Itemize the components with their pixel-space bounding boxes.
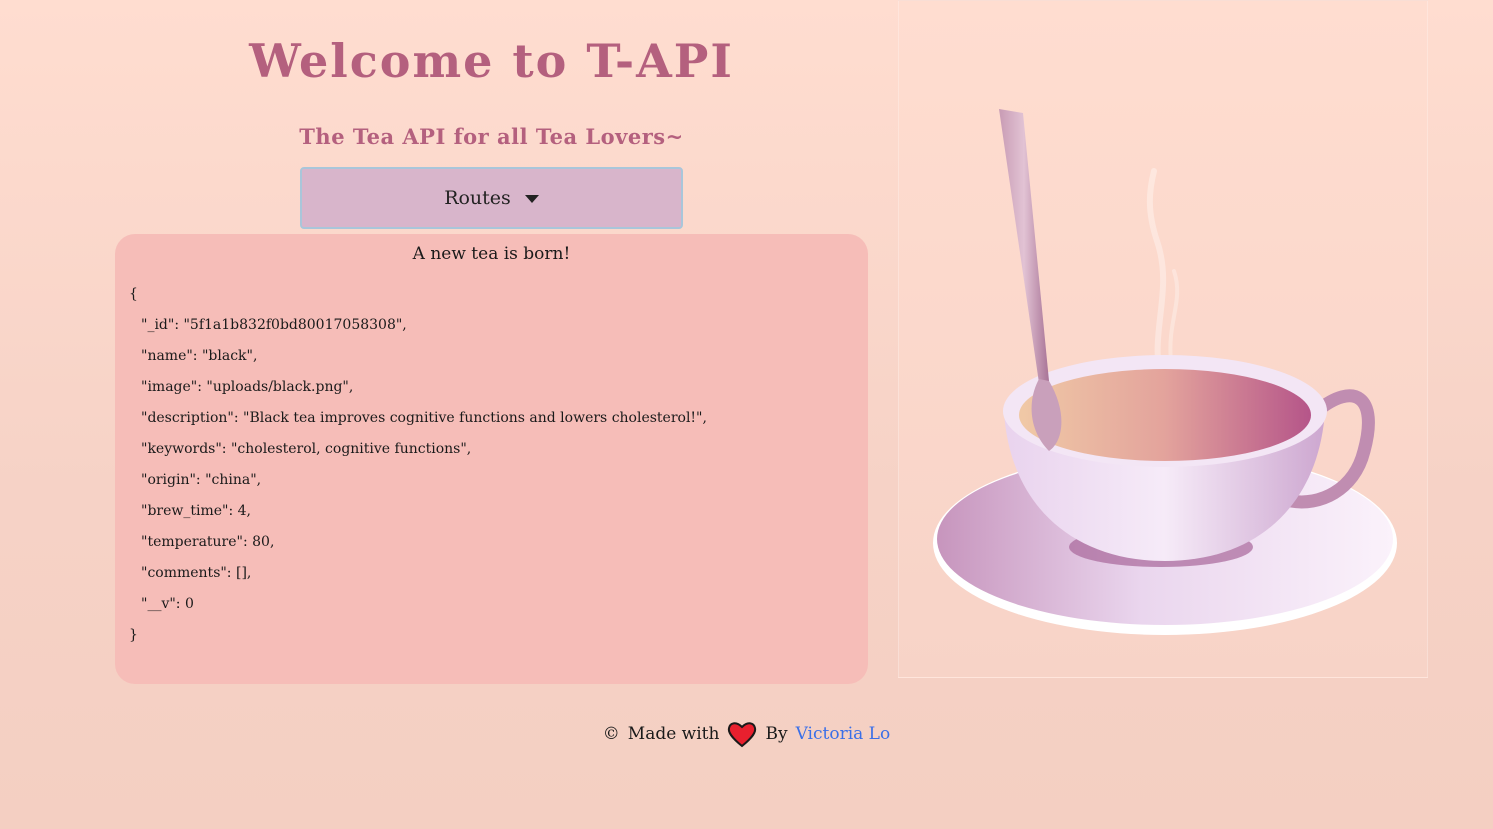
response-panel: A new tea is born! {"_id": "5f1a1b832f0b… — [115, 234, 868, 684]
teacup-illustration — [933, 109, 1397, 635]
json-line: } — [129, 627, 138, 643]
json-line: "keywords": "cholesterol, cognitive func… — [141, 441, 472, 457]
page-title: Welcome to T-API — [249, 34, 734, 88]
copyright-symbol: © — [602, 724, 620, 744]
json-line: "name": "black", — [141, 348, 258, 364]
footer: © Made with By Victoria Lo — [0, 720, 1493, 748]
by-text: By — [765, 724, 788, 744]
json-response: {"_id": "5f1a1b832f0bd80017058308", "name… — [129, 282, 707, 654]
routes-dropdown-label: Routes — [444, 187, 511, 209]
json-line: "__v": 0 — [141, 596, 194, 612]
hero-image — [898, 0, 1428, 678]
heart-icon — [727, 720, 757, 748]
caret-down-icon — [524, 195, 539, 203]
page-subtitle: The Tea API for all Tea Lovers~ — [299, 124, 684, 149]
json-line: "description": "Black tea improves cogni… — [141, 410, 707, 426]
json-line: "_id": "5f1a1b832f0bd80017058308", — [141, 317, 407, 333]
author-link[interactable]: Victoria Lo — [796, 724, 891, 744]
response-panel-title: A new tea is born! — [412, 244, 571, 264]
json-line: "image": "uploads/black.png", — [141, 379, 354, 395]
routes-dropdown-button[interactable]: Routes — [300, 167, 683, 229]
json-line: "origin": "china", — [141, 472, 262, 488]
json-line: "temperature": 80, — [141, 534, 275, 550]
made-with-text: Made with — [627, 724, 720, 744]
json-line: { — [129, 286, 138, 302]
json-line: "brew_time": 4, — [141, 503, 251, 519]
json-line: "comments": [], — [141, 565, 252, 581]
